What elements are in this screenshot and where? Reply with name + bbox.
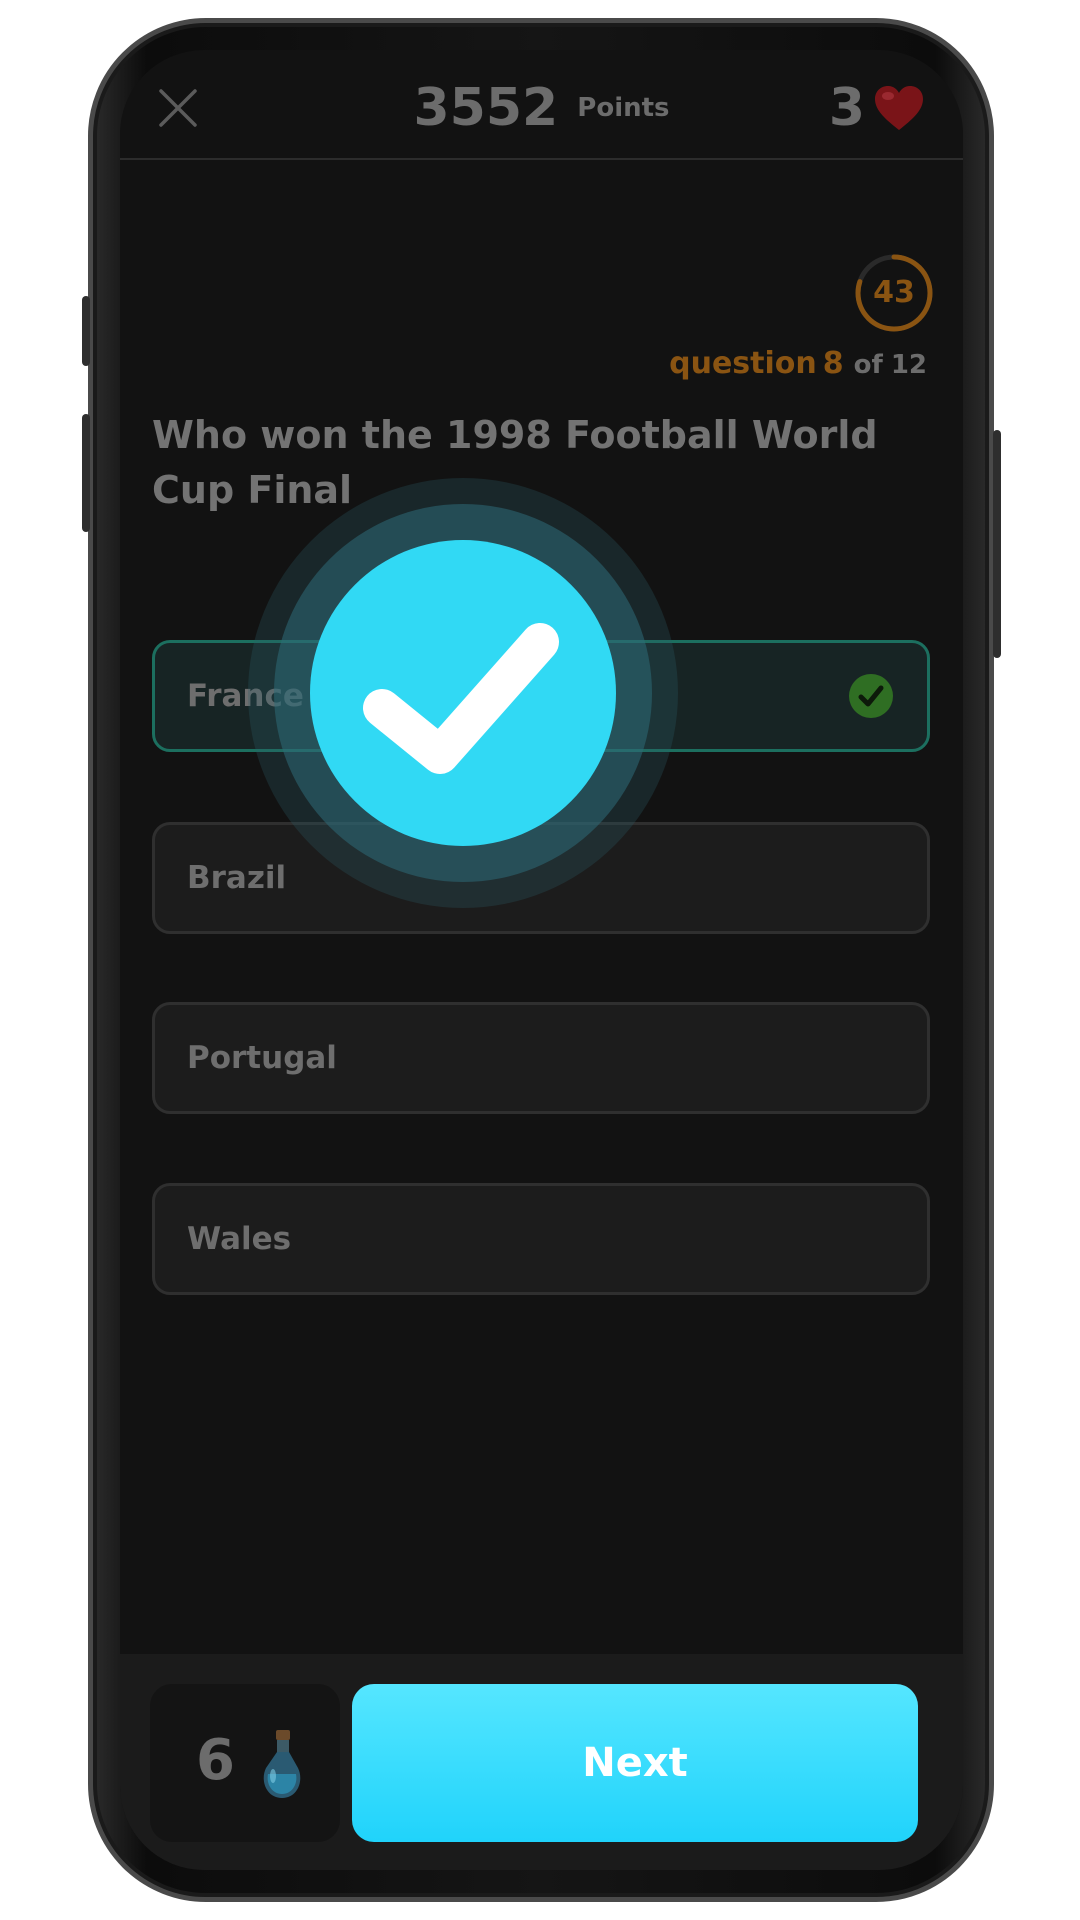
progress-current: 8 [822,346,844,381]
phone-side-button [993,430,1001,658]
progress-total: 12 [890,350,927,380]
progress-of: of [853,350,883,380]
answer-label: Portugal [187,1040,337,1076]
potion-icon [263,1730,301,1798]
countdown-timer: 43 [853,252,935,334]
quiz-screen: 3552 Points 3 43 question 8 of 12 Who won t… [120,50,963,1870]
progress-word: question [669,346,817,381]
phone-side-button [82,414,90,532]
feedback-circle [310,540,616,846]
correct-check-icon [849,674,893,718]
checkmark-icon [363,623,559,774]
timer-value: 43 [873,275,915,310]
answer-option-portugal[interactable]: Portugal [152,1002,930,1114]
points-label: Points [577,93,670,123]
points-value: 3552 [413,78,559,138]
top-bar: 3552 Points 3 [120,50,963,160]
heart-icon [875,86,923,130]
answer-option-wales[interactable]: Wales [152,1183,930,1295]
hint-button[interactable]: 6 [150,1684,340,1842]
phone-side-button [82,296,90,366]
lives-count: 3 [828,78,865,138]
question-progress: question 8 of 12 [669,346,927,381]
answer-label: Wales [187,1221,292,1257]
lives-display: 3 [829,78,925,138]
next-button[interactable]: Next [352,1684,918,1842]
bottom-bar: 6 Next [120,1654,963,1870]
hint-count: 6 [196,1728,235,1793]
answer-label: Brazil [187,860,287,896]
